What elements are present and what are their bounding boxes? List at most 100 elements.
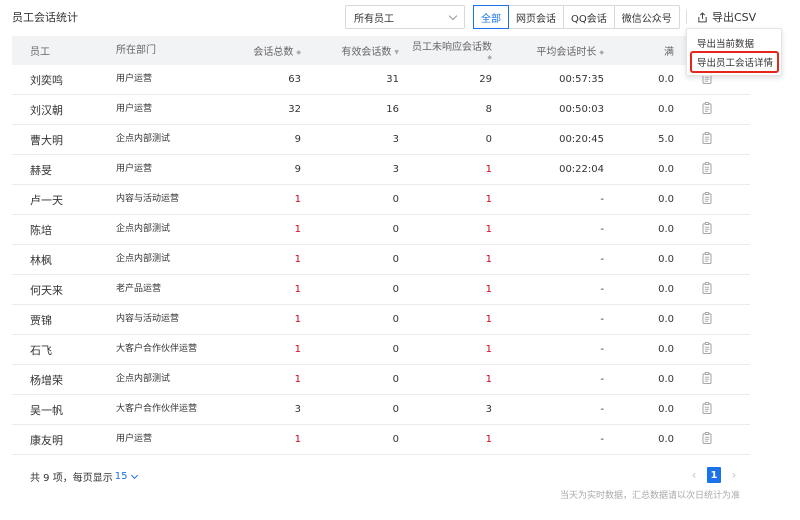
cell-unresp: 1 [485,434,492,445]
cell-actions [686,402,750,417]
table-header: 员工 所在部门 会话总数 ◆ 有效会话数 ▼ 员工未响应会话数◆ 平均会话时长 ◆ 满 [12,36,750,65]
cell-unresp: 3 [485,404,492,415]
page-title: 员工会话统计 [12,11,78,24]
cell-dept: 企点内部测试 [116,134,171,144]
header-valid[interactable]: 有效会话数 ▼ [310,43,406,58]
cell-name: 卢一天 [30,193,63,207]
cell-dept: 内容与活动运营 [116,194,180,204]
clipboard-icon[interactable] [702,162,712,174]
cell-valid: 0 [392,314,399,325]
clipboard-icon[interactable] [702,132,712,144]
staff-stats-table: 员工 所在部门 会话总数 ◆ 有效会话数 ▼ 员工未响应会话数◆ 平均会话时长 ◆ 满… [12,36,750,455]
table-row: 赫旻 用户运营 9 3 1 00:22:04 0.0 [12,155,750,185]
cell-avg: 00:50:03 [559,104,604,115]
cell-avg: - [600,434,604,445]
cell-name: 刘汉朝 [30,103,63,117]
staff-select[interactable]: 所有员工 [345,5,465,29]
cell-sat: 0.0 [658,434,674,445]
cell-actions [686,342,750,357]
table-row: 何天来 老产品运营 1 0 1 - 0.0 [12,275,750,305]
cell-dept: 大客户合作伙伴运营 [116,404,198,414]
cell-dept: 企点内部测试 [116,224,171,234]
channel-tab-all[interactable]: 全部 [473,5,509,29]
cell-name: 贾锦 [30,313,52,327]
cell-name: 杨增荣 [30,373,63,387]
cell-name: 石飞 [30,343,52,357]
table-row: 陈培 企点内部测试 1 0 1 - 0.0 [12,215,750,245]
chevron-down-icon[interactable] [131,471,139,479]
cell-dept: 大客户合作伙伴运营 [116,344,198,354]
cell-unresp: 0 [485,134,492,145]
table-row: 刘汉朝 用户运营 32 16 8 00:50:03 0.0 [12,95,750,125]
cell-avg: - [600,314,604,325]
clipboard-icon[interactable] [702,102,712,114]
cell-name: 曹大明 [30,133,63,147]
table-row: 康友明 用户运营 1 0 1 - 0.0 [12,425,750,455]
cell-valid: 0 [392,194,399,205]
cell-actions [686,432,750,447]
cell-total: 1 [294,374,301,385]
clipboard-icon[interactable] [702,402,712,414]
sort-icon: ◆ [599,48,604,56]
cell-actions [686,162,750,177]
cell-total: 1 [294,254,301,265]
header-total-label: 会话总数 [253,47,294,58]
cell-name: 康友明 [30,433,63,447]
cell-dept: 企点内部测试 [116,254,171,264]
cell-total: 3 [294,404,301,415]
channel-tab-wechat[interactable]: 微信公众号 [615,6,679,28]
cell-avg: - [600,344,604,355]
clipboard-icon[interactable] [702,222,712,234]
cell-avg: - [600,284,604,295]
cell-total: 1 [294,434,301,445]
cell-avg: 00:22:04 [559,164,604,175]
cell-total: 1 [294,194,301,205]
clipboard-icon[interactable] [702,372,712,384]
header-unresp-label: 员工未响应会话数 [412,41,492,53]
cell-sat: 0.0 [658,344,674,355]
header-avg-label: 平均会话时长 [536,47,597,58]
menu-export-current[interactable]: 导出当前数据 [697,36,754,50]
cell-avg: - [600,194,604,205]
sort-desc-icon: ▼ [394,48,399,56]
clipboard-icon[interactable] [702,312,712,324]
table-row: 杨增荣 企点内部测试 1 0 1 - 0.0 [12,365,750,395]
prev-page-icon[interactable]: ‹ [689,468,699,482]
cell-sat: 5.0 [658,134,674,145]
header-avg[interactable]: 平均会话时长 ◆ [504,43,616,58]
page-current[interactable]: 1 [707,467,721,483]
table-row: 刘奕鸣 用户运营 63 31 29 00:57:35 0.0 [12,65,750,95]
cell-unresp: 1 [485,314,492,325]
cell-dept: 内容与活动运营 [116,314,180,324]
clipboard-icon[interactable] [702,252,712,264]
header-sat: 满 [664,47,674,58]
channel-tab-web[interactable]: 网页会话 [509,6,564,28]
cell-unresp: 1 [485,224,492,235]
channel-filter: 全部 网页会话 QQ会话 微信公众号 [473,5,680,29]
cell-name: 吴一帆 [30,403,63,417]
cell-sat: 0.0 [658,224,674,235]
table-row: 吴一帆 大客户合作伙伴运营 3 0 3 - 0.0 [12,395,750,425]
table-row: 林枫 企点内部测试 1 0 1 - 0.0 [12,245,750,275]
header-unresp[interactable]: 员工未响应会话数◆ [406,38,504,64]
clipboard-icon[interactable] [702,192,712,204]
table-row: 曹大明 企点内部测试 9 3 0 00:20:45 5.0 [12,125,750,155]
cell-sat: 0.0 [658,104,674,115]
cell-actions [686,102,750,117]
cell-valid: 0 [392,404,399,415]
cell-avg: - [600,224,604,235]
cell-sat: 0.0 [658,194,674,205]
page-size-select[interactable]: 15 [115,471,128,482]
channel-tab-qq[interactable]: QQ会话 [564,6,615,28]
clipboard-icon[interactable] [702,432,712,444]
next-page-icon[interactable]: › [729,468,739,482]
cell-name: 赫旻 [30,163,52,177]
staff-select-value: 所有员工 [354,13,394,25]
clipboard-icon[interactable] [702,342,712,354]
clipboard-icon[interactable] [702,282,712,294]
export-csv-button[interactable]: 导出CSV [697,5,756,29]
cell-actions [686,372,750,387]
cell-valid: 31 [386,74,399,85]
header-total[interactable]: 会话总数 ◆ [223,43,310,58]
highlight-box [690,51,779,73]
